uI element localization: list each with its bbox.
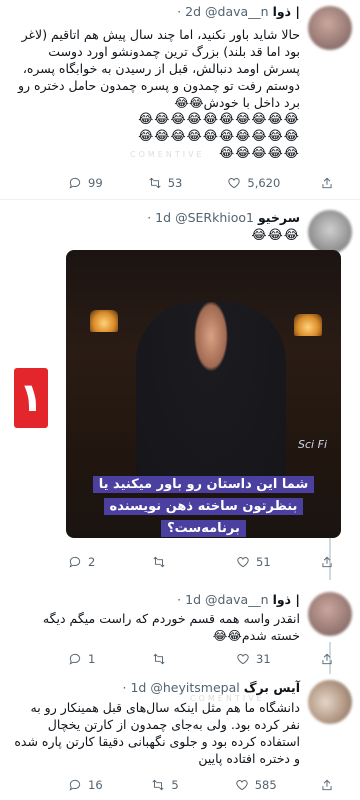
lamp-left	[90, 310, 118, 332]
like-count: 585	[254, 778, 277, 792]
tweet-actions: 16 5 585	[68, 778, 334, 792]
share-button[interactable]	[320, 652, 334, 666]
caption-line-2: بنظرتون ساخته ذهن نویسنده برنامه‌ست؟	[103, 498, 304, 537]
tweet-actions: 2 51	[68, 555, 334, 569]
tweet-actions: 1 31	[68, 652, 334, 666]
like-count: 5,620	[247, 176, 281, 190]
tweet-header: · 2d @dava__n ذوا |	[177, 4, 300, 19]
reply-icon	[69, 177, 81, 189]
tweet-4[interactable]: · 1d @heyitsmepal آیس برگ دانشگاه ما هم …	[0, 674, 360, 800]
channel-logo: Sci Fi	[298, 438, 327, 451]
tweet-text-body: حالا شاید باور نکنید، اما چند سال پیش هم…	[17, 27, 300, 110]
tweet-3[interactable]: · 1d @dava__n ذوا | انقدر واسه همه قسم خ…	[0, 582, 360, 674]
retweet-button[interactable]	[152, 652, 192, 666]
heart-icon	[237, 654, 249, 665]
user-handle[interactable]: @heyitsmepal	[150, 680, 239, 695]
tweet-time: · 2d	[177, 4, 202, 19]
avatar[interactable]	[308, 680, 352, 724]
share-button[interactable]	[320, 778, 334, 792]
avatar[interactable]	[308, 592, 352, 636]
emoji-row-2: 😂😂😂😂😂😂😂😂😂😂	[138, 129, 300, 144]
caption-line-1: شما این داستان رو باور میکنید یا	[92, 476, 315, 493]
share-icon	[322, 779, 332, 791]
retweet-icon	[149, 177, 161, 189]
heart-icon	[237, 557, 249, 568]
like-button[interactable]: 31	[236, 652, 276, 666]
reply-count: 2	[88, 555, 96, 569]
reply-icon	[69, 779, 81, 791]
like-count: 51	[256, 555, 271, 569]
retweet-button[interactable]: 5	[151, 778, 191, 792]
share-icon	[322, 556, 332, 568]
reply-button[interactable]: 1	[68, 652, 108, 666]
emoji-row-1: 😂😂😂😂😂😂😂😂😂😂	[138, 112, 300, 127]
video-caption: شما این داستان رو باور میکنید یا بنظرتون…	[74, 474, 333, 538]
watermark: COMENTIVE	[130, 150, 205, 159]
watermark: COMENTIVE	[190, 694, 265, 703]
person-figure	[136, 302, 286, 492]
retweet-icon	[153, 653, 165, 665]
reply-count: 16	[88, 778, 103, 792]
retweet-button[interactable]: 53	[148, 176, 188, 190]
reply-icon	[69, 556, 81, 568]
retweet-count: 5	[171, 778, 179, 792]
display-name[interactable]: سرخیو	[258, 210, 300, 225]
user-handle[interactable]: @dava__n	[205, 4, 269, 19]
retweet-icon	[152, 779, 164, 791]
retweet-icon	[153, 556, 165, 568]
tweet-text: انقدر واسه همه قسم خوردم که راست میگم دی…	[42, 611, 300, 643]
tweet-header: · 1d @dava__n ذوا |	[177, 592, 300, 607]
share-icon	[322, 177, 332, 189]
display-name[interactable]: آیس برگ	[244, 680, 300, 695]
retweet-button[interactable]	[152, 555, 192, 569]
tweet-1[interactable]: · 2d @dava__n ذوا | حالا شاید باور نکنید…	[0, 0, 360, 200]
reply-count: 99	[88, 176, 103, 190]
reply-button[interactable]: 2	[68, 555, 108, 569]
tweet-text: 😂😂😂	[251, 228, 300, 243]
share-icon	[322, 653, 332, 665]
reply-icon	[69, 653, 81, 665]
user-handle[interactable]: @SERkhioo1	[175, 210, 254, 225]
tweet-time: · 1d	[147, 210, 172, 225]
tweet-time: · 1d	[177, 592, 202, 607]
display-name[interactable]: ذوا |	[273, 4, 300, 19]
like-button[interactable]: 5,620	[227, 176, 280, 190]
tweet-actions: 99 53 5,620	[68, 176, 334, 190]
reply-count: 1	[88, 652, 96, 666]
avatar[interactable]	[308, 210, 352, 254]
avatar[interactable]	[308, 6, 352, 50]
retweet-count: 53	[167, 176, 183, 190]
like-button[interactable]: 51	[236, 555, 276, 569]
display-name[interactable]: ذوا |	[273, 592, 300, 607]
user-handle[interactable]: @dava__n	[205, 592, 269, 607]
number-badge: ١	[14, 368, 48, 428]
tweet-header: · 1d @SERkhioo1 سرخیو	[147, 210, 300, 225]
like-count: 31	[256, 652, 271, 666]
reply-button[interactable]: 99	[68, 176, 108, 190]
share-button[interactable]	[320, 176, 334, 190]
tweet-time: · 1d	[122, 680, 147, 695]
share-button[interactable]	[320, 555, 334, 569]
reply-button[interactable]: 16	[68, 778, 108, 792]
tweet-header: · 1d @heyitsmepal آیس برگ	[123, 680, 300, 695]
tweet-text: حالا شاید باور نکنید، اما چند سال پیش هم…	[10, 26, 300, 162]
tweet-text: دانشگاه ما هم مثل اینکه سال‌های قبل همین…	[14, 700, 300, 766]
like-button[interactable]: 585	[235, 778, 277, 792]
heart-icon	[228, 178, 241, 189]
lamp-right	[294, 314, 322, 336]
tweet-2[interactable]: · 1d @SERkhioo1 سرخیو 😂😂😂 Sci Fi شما این…	[0, 200, 360, 580]
tweet-video[interactable]: Sci Fi شما این داستان رو باور میکنید یا …	[66, 250, 341, 538]
heart-icon	[236, 780, 248, 791]
